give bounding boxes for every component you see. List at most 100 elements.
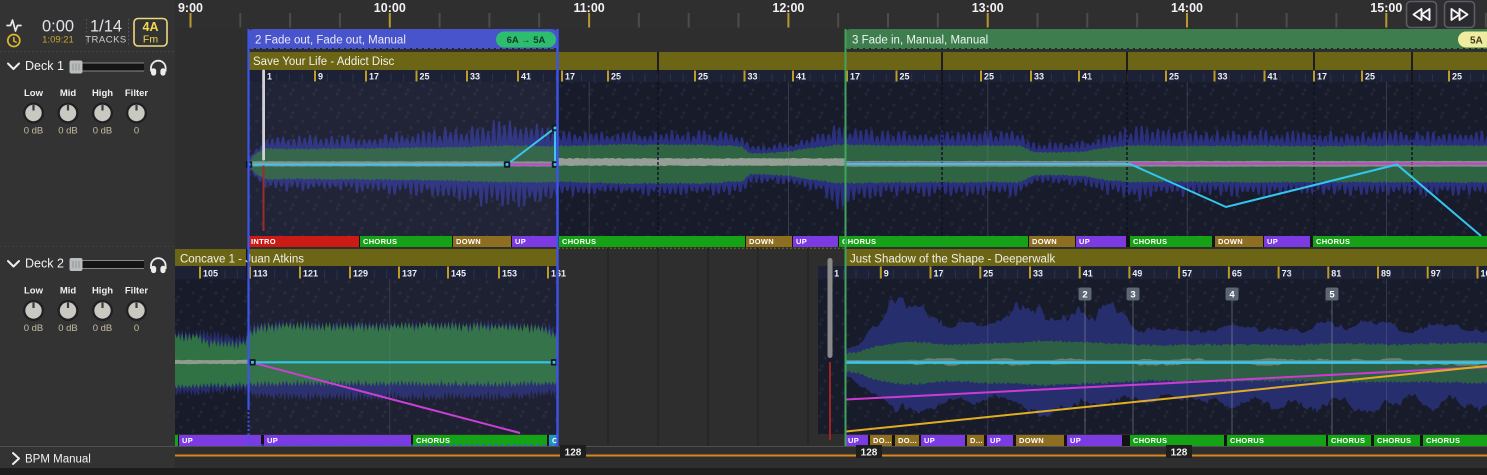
svg-text:128: 128 <box>1171 448 1188 459</box>
svg-text:0 dB: 0 dB <box>24 126 44 137</box>
svg-text:3: 3 <box>1130 290 1135 301</box>
svg-text:Save Your Life - Addict Disc: Save Your Life - Addict Disc <box>253 56 395 68</box>
svg-text:25: 25 <box>984 72 994 82</box>
svg-text:33: 33 <box>470 72 480 82</box>
svg-text:CHORUS: CHORUS <box>1377 436 1411 445</box>
svg-text:DOWN: DOWN <box>456 237 481 246</box>
svg-text:113: 113 <box>253 269 268 279</box>
svg-text:4: 4 <box>1229 290 1235 301</box>
svg-text:CHORUS: CHORUS <box>1133 436 1167 445</box>
svg-text:Filter: Filter <box>125 286 149 297</box>
svg-text:33: 33 <box>1218 72 1228 82</box>
svg-text:UP: UP <box>182 436 193 445</box>
svg-text:1:09:21: 1:09:21 <box>42 35 74 46</box>
svg-text:17: 17 <box>565 72 575 82</box>
svg-text:DOWN: DOWN <box>1218 237 1243 246</box>
svg-text:UP: UP <box>1267 237 1278 246</box>
svg-text:Filter: Filter <box>125 88 149 99</box>
svg-text:25: 25 <box>1169 72 1179 82</box>
svg-text:25: 25 <box>698 72 708 82</box>
svg-text:0 dB: 0 dB <box>58 126 78 137</box>
svg-text:1/14: 1/14 <box>90 18 122 36</box>
svg-text:9:00: 9:00 <box>178 1 203 15</box>
svg-text:CHORUS: CHORUS <box>1230 436 1264 445</box>
svg-text:DOWN: DOWN <box>749 237 774 246</box>
svg-text:2 Fade out, Fade out, Manual: 2 Fade out, Fade out, Manual <box>255 35 406 47</box>
svg-text:Deck 1: Deck 1 <box>25 59 64 73</box>
svg-text:4A: 4A <box>143 20 159 34</box>
svg-text:1: 1 <box>267 72 272 82</box>
svg-text:73: 73 <box>1282 269 1292 279</box>
svg-text:13:00: 13:00 <box>972 1 1004 15</box>
svg-text:17: 17 <box>934 269 944 279</box>
svg-text:UP: UP <box>924 436 935 445</box>
svg-text:89: 89 <box>1381 269 1391 279</box>
svg-text:TRACKS: TRACKS <box>85 35 127 46</box>
svg-text:0 dB: 0 dB <box>93 323 113 334</box>
svg-text:D...: D... <box>970 436 983 445</box>
svg-text:10:00: 10:00 <box>374 1 406 15</box>
svg-text:105: 105 <box>1481 269 1487 279</box>
svg-text:41: 41 <box>1268 72 1278 82</box>
svg-text:25: 25 <box>983 269 993 279</box>
svg-text:Just Shadow of the Shape - Dee: Just Shadow of the Shape - Deeperwalk <box>850 254 1055 266</box>
svg-text:UP: UP <box>267 436 278 445</box>
svg-text:Low: Low <box>24 88 44 99</box>
svg-text:DO...: DO... <box>873 436 892 445</box>
svg-text:High: High <box>92 286 113 297</box>
svg-text:Low: Low <box>24 286 44 297</box>
svg-text:15:00: 15:00 <box>1370 1 1402 15</box>
svg-text:33: 33 <box>748 72 758 82</box>
svg-text:128: 128 <box>565 448 582 459</box>
svg-text:25: 25 <box>1452 72 1462 82</box>
svg-text:CHORUS: CHORUS <box>416 436 450 445</box>
svg-text:2: 2 <box>1082 290 1087 301</box>
svg-text:25: 25 <box>900 72 910 82</box>
svg-text:81: 81 <box>1331 269 1341 279</box>
svg-text:153: 153 <box>502 269 517 279</box>
svg-text:25: 25 <box>1365 72 1375 82</box>
svg-text:1: 1 <box>834 269 839 279</box>
svg-text:CHORUS: CHORUS <box>562 237 596 246</box>
svg-text:33: 33 <box>1033 269 1043 279</box>
svg-text:17: 17 <box>850 72 860 82</box>
svg-text:105: 105 <box>203 269 218 279</box>
svg-text:0 dB: 0 dB <box>58 323 78 334</box>
svg-text:CHORUS: CHORUS <box>842 237 876 246</box>
svg-text:0: 0 <box>134 126 139 137</box>
svg-text:DOWN: DOWN <box>1019 436 1044 445</box>
svg-text:14:00: 14:00 <box>1171 1 1203 15</box>
svg-text:137: 137 <box>402 269 417 279</box>
svg-text:UP: UP <box>990 436 1001 445</box>
svg-text:41: 41 <box>1082 72 1092 82</box>
svg-text:Concave 1 - Juan Atkins: Concave 1 - Juan Atkins <box>180 254 304 266</box>
svg-text:5A: 5A <box>1470 36 1483 47</box>
svg-text:3 Fade in, Manual, Manual: 3 Fade in, Manual, Manual <box>852 35 988 47</box>
svg-text:CHORUS: CHORUS <box>1426 436 1460 445</box>
svg-text:121: 121 <box>303 269 318 279</box>
svg-text:0 dB: 0 dB <box>24 323 44 334</box>
svg-text:5: 5 <box>1329 290 1335 301</box>
svg-text:6A → 5A: 6A → 5A <box>507 35 546 46</box>
svg-text:0:00: 0:00 <box>42 18 74 36</box>
svg-text:49: 49 <box>1132 269 1142 279</box>
svg-text:UP: UP <box>1079 237 1090 246</box>
svg-text:12:00: 12:00 <box>772 1 804 15</box>
svg-text:0: 0 <box>134 323 139 334</box>
svg-text:CHORUS: CHORUS <box>1331 436 1365 445</box>
svg-text:129: 129 <box>353 269 368 279</box>
svg-text:CHORUS: CHORUS <box>363 237 397 246</box>
svg-text:DO...: DO... <box>898 436 917 445</box>
svg-text:11:00: 11:00 <box>573 1 604 15</box>
svg-text:CHORUS: CHORUS <box>1133 237 1167 246</box>
svg-text:41: 41 <box>1083 269 1093 279</box>
svg-text:CHORUS: CHORUS <box>1316 237 1350 246</box>
svg-text:128: 128 <box>861 448 878 459</box>
svg-text:BPM Manual: BPM Manual <box>25 454 91 466</box>
svg-text:UP: UP <box>848 436 859 445</box>
svg-text:UP: UP <box>1070 436 1081 445</box>
svg-text:DOWN: DOWN <box>1032 237 1057 246</box>
svg-text:Deck 2: Deck 2 <box>25 257 64 271</box>
svg-text:9: 9 <box>318 72 323 82</box>
svg-text:25: 25 <box>420 72 430 82</box>
